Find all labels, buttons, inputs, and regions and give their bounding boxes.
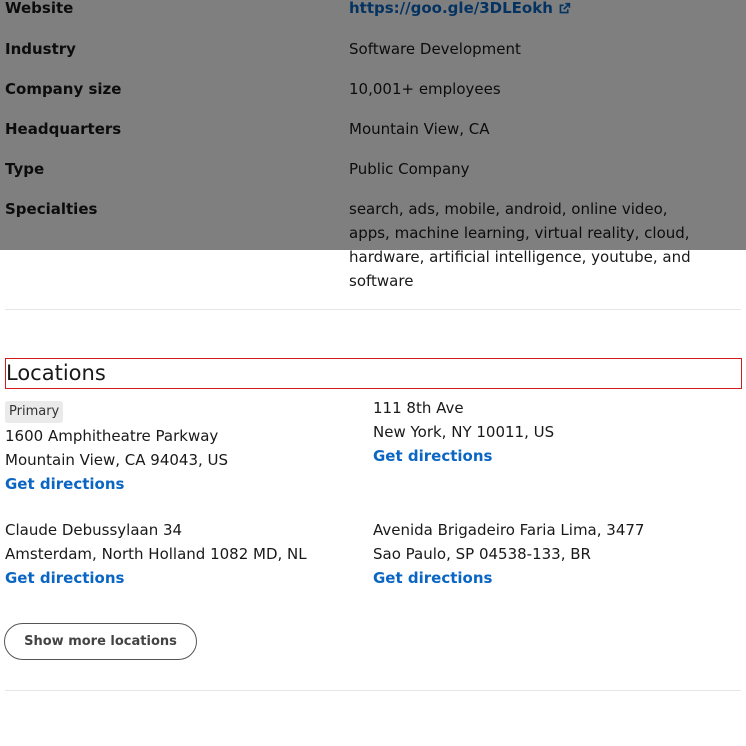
location-address-line2: Sao Paulo, SP 04538-133, BR <box>373 545 591 563</box>
industry-value: Software Development <box>349 40 521 58</box>
primary-badge: Primary <box>5 401 64 423</box>
show-more-locations-button[interactable]: Show more locations <box>4 623 197 660</box>
get-directions-link[interactable]: Get directions <box>373 566 644 590</box>
company-size-label: Company size <box>5 80 122 98</box>
headquarters-value: Mountain View, CA <box>349 120 490 138</box>
specialties-value: search, ads, mobile, android, online vid… <box>349 200 691 290</box>
location-card-primary: Primary 1600 Amphitheatre Parkway Mounta… <box>5 398 228 496</box>
type-value: Public Company <box>349 160 470 178</box>
external-link-icon <box>559 2 571 13</box>
location-address-line2: New York, NY 10011, US <box>373 423 555 441</box>
website-value: https://goo.gle/3DLEokh <box>349 0 709 20</box>
locations-heading: Locations <box>5 358 742 389</box>
industry-label: Industry <box>5 40 76 58</box>
location-card-amsterdam: Claude Debussylaan 34 Amsterdam, North H… <box>5 518 307 590</box>
get-directions-link[interactable]: Get directions <box>5 566 307 590</box>
location-address-line1: 111 8th Ave <box>373 399 464 417</box>
location-address-line2: Mountain View, CA 94043, US <box>5 451 229 469</box>
location-address-line1: Avenida Brigadeiro Faria Lima, 3477 <box>373 521 645 539</box>
website-link-text: https://goo.gle/3DLEokh <box>349 0 553 17</box>
get-directions-link[interactable]: Get directions <box>373 444 554 468</box>
location-card-new-york: 111 8th Ave New York, NY 10011, US Get d… <box>373 396 554 468</box>
headquarters-label: Headquarters <box>5 120 122 138</box>
divider <box>5 309 741 310</box>
company-about-page: Website https://goo.gle/3DLEokh Industry… <box>0 0 746 746</box>
about-section: Website https://goo.gle/3DLEokh Industry… <box>0 0 746 310</box>
location-card-sao-paulo: Avenida Brigadeiro Faria Lima, 3477 Sao … <box>373 518 644 590</box>
company-size-value: 10,001+ employees <box>349 80 501 98</box>
divider <box>5 690 741 691</box>
website-link[interactable]: https://goo.gle/3DLEokh <box>349 0 571 20</box>
location-address-line2: Amsterdam, North Holland 1082 MD, NL <box>5 545 307 563</box>
location-address-line1: 1600 Amphitheatre Parkway <box>5 427 219 445</box>
get-directions-link[interactable]: Get directions <box>5 472 228 496</box>
location-address-line1: Claude Debussylaan 34 <box>5 521 183 539</box>
specialties-label: Specialties <box>5 200 98 218</box>
type-label: Type <box>5 160 45 178</box>
website-label: Website <box>5 0 74 17</box>
